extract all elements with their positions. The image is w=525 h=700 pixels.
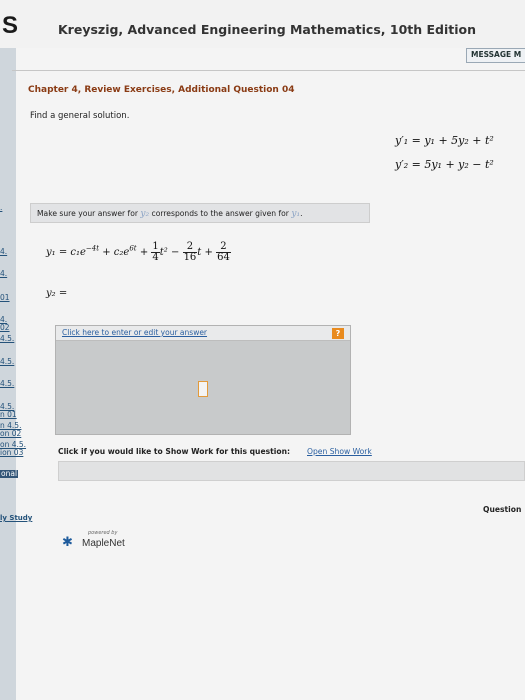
study-link[interactable]: ly Study [0,514,32,522]
nav-item[interactable]: on 02 [0,430,21,438]
equation-1: y′₁ = y₁ + 5y₂ + t² [395,134,494,147]
var-y2: y₂ [140,209,150,219]
fraction: 14 [151,241,160,263]
question-title: Chapter 4, Review Exercises, Additional … [28,85,295,95]
nav-item[interactable]: 4. [0,248,7,256]
answer-editor[interactable]: Click here to enter or edit your answer … [55,325,351,435]
question-nav-link[interactable]: Question [483,505,521,514]
help-icon[interactable]: ? [332,328,344,339]
nav-item[interactable]: n 01 [0,411,17,419]
header-divider [12,70,525,71]
answer-y2: y₂ = [46,288,68,299]
var-y1: y₁ [291,209,301,219]
nav-item[interactable]: ion 03 [0,449,23,457]
header-bar: S Kreyszig, Advanced Engineering Mathema… [0,0,525,48]
nav-item[interactable]: 01 [0,294,10,302]
question-instruction: Find a general solution. [30,111,130,121]
book-title: Kreyszig, Advanced Engineering Mathemati… [58,22,477,37]
wiley-logo: S [2,12,19,39]
fraction: 2 16 [182,241,198,263]
nav-item[interactable]: 4.5. [0,380,14,388]
maple-leaf-icon: ✱ [62,535,73,550]
left-navigation: . 4. 4. 01 4. 02 4.5. 4.5. 4.5. 4.5. n 0… [0,48,32,700]
message-button[interactable]: MESSAGE M [466,48,525,63]
show-work-bar [58,461,525,481]
editor-toolbar: Click here to enter or edit your answer … [56,326,350,341]
nav-item[interactable]: 4.5. [0,358,14,366]
open-show-work-link[interactable]: Open Show Work [307,447,372,456]
input-cursor[interactable] [198,381,208,397]
instruction-note: Make sure your answer for y₂ corresponds… [30,203,370,223]
equation-2: y′₂ = 5y₁ + y₂ − t² [395,158,494,171]
nav-item[interactable]: . [0,204,2,212]
edit-answer-link[interactable]: Click here to enter or edit your answer [62,328,207,337]
show-work-label: Click if you would like to Show Work for… [58,447,291,456]
powered-by-text: powered by [88,530,118,536]
nav-item[interactable]: 4.5. [0,335,14,343]
fraction: 2 64 [216,241,231,263]
answer-y1: y₁ = c₁e−4t + c₂e6t + 1 4 t² − 2 16 t + 2 64 [46,241,231,263]
note-text: Make sure your answer for y₂ corresponds… [37,209,303,219]
nav-item[interactable]: 02 [0,324,10,332]
nav-item[interactable]: 4. [0,270,7,278]
maplenet-text: MapleNet [82,538,125,549]
nav-item-active[interactable]: onal [0,470,19,478]
